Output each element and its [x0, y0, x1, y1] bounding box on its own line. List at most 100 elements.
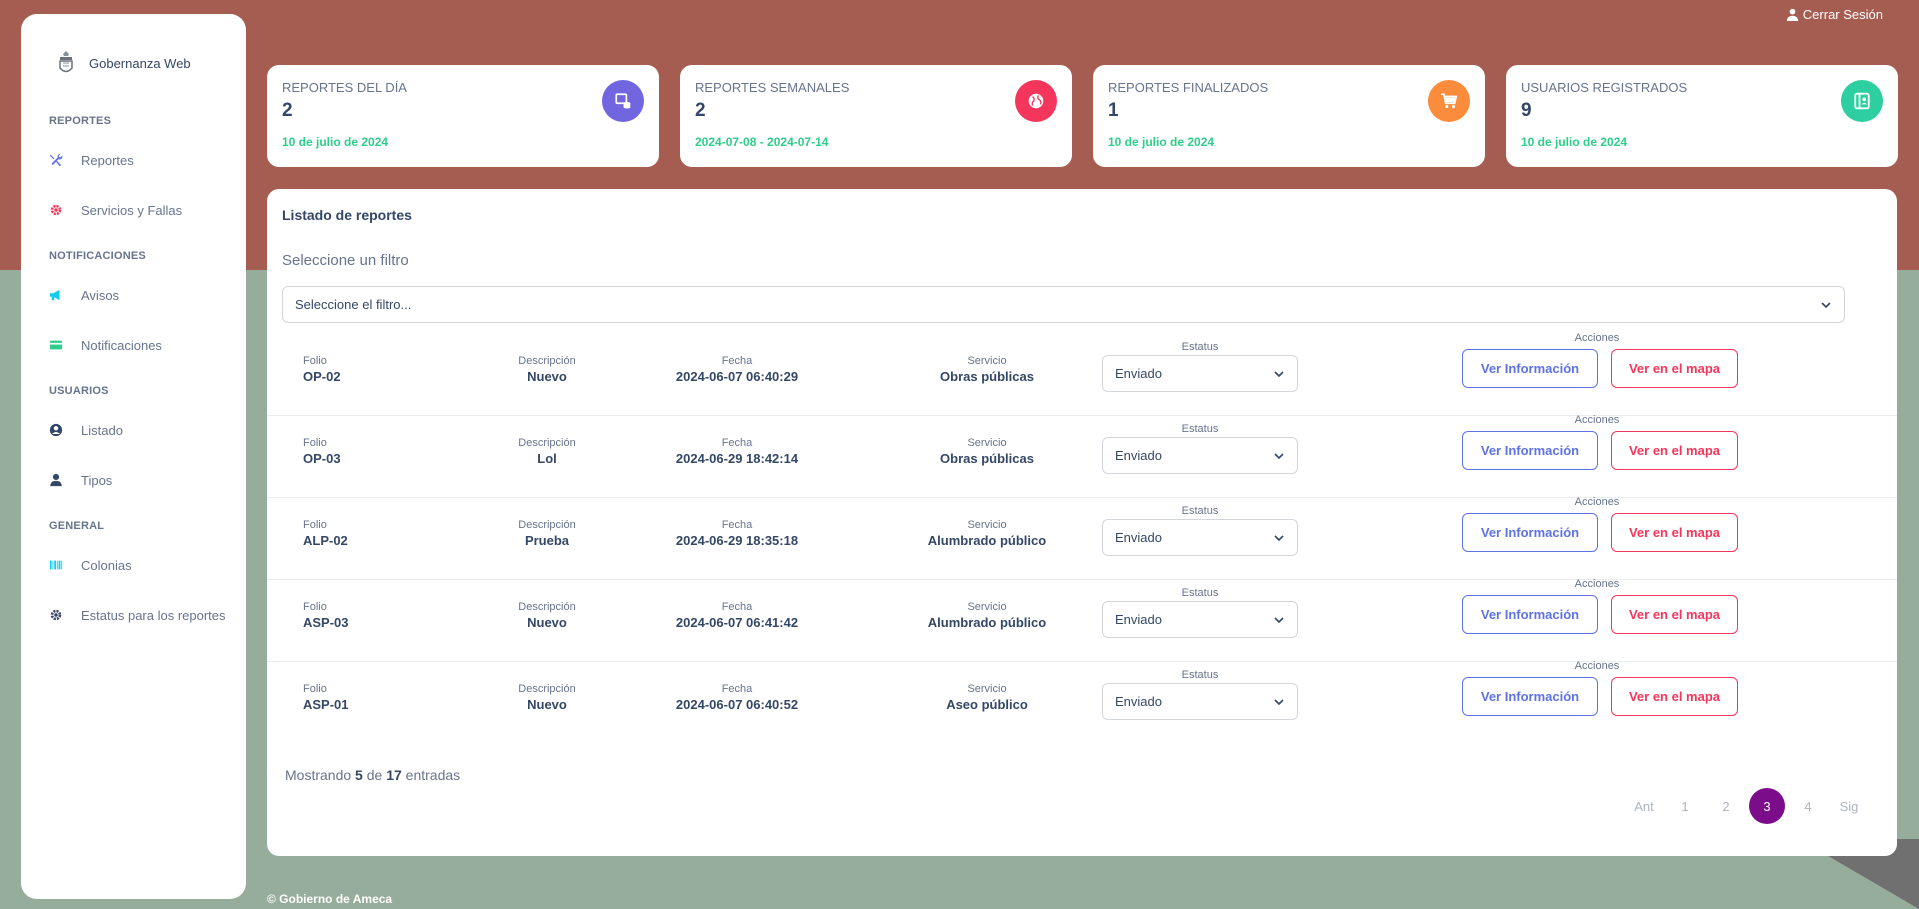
sidebar-item-colonias[interactable]: Colonias: [49, 552, 239, 578]
filter-label: Seleccione un filtro: [282, 252, 409, 269]
header-fecha: Fecha: [721, 519, 753, 531]
pagination-prev[interactable]: Ant: [1626, 788, 1662, 824]
sidebar-item-servicios-fallas[interactable]: Servicios y Fallas: [49, 197, 239, 223]
folio-value: ALP-02: [303, 533, 348, 548]
descripcion-value: Nuevo: [527, 697, 567, 712]
sidebar-item-avisos[interactable]: Avisos: [49, 282, 239, 308]
pagination-page-2[interactable]: 2: [1708, 788, 1744, 824]
sidebar-item-reportes[interactable]: Reportes: [49, 147, 239, 173]
cell-fecha: Fecha 2024-06-07 06:40:29: [637, 355, 837, 384]
header-servicio: Servicio: [967, 355, 1007, 367]
section-title-usuarios: USUARIOS: [49, 385, 109, 397]
cell-estatus: Estatus Enviado: [1102, 669, 1298, 720]
user-icon: [49, 473, 63, 487]
cell-descripcion: Descripción Nuevo: [472, 355, 622, 384]
status-select[interactable]: Enviado: [1102, 437, 1298, 474]
chevron-down-icon: [1274, 534, 1284, 541]
header-acciones: Acciones: [1574, 414, 1620, 426]
cell-descripcion: Descripción Prueba: [472, 519, 622, 548]
header-acciones: Acciones: [1574, 660, 1620, 672]
database-icon: [602, 80, 644, 122]
status-select[interactable]: Enviado: [1102, 683, 1298, 720]
pagination-page-1[interactable]: 1: [1667, 788, 1703, 824]
card-label: REPORTES FINALIZADOS: [1108, 80, 1269, 95]
status-select[interactable]: Enviado: [1102, 601, 1298, 638]
cell-fecha: Fecha 2024-06-07 06:41:42: [637, 601, 837, 630]
header-descripcion: Descripción: [518, 437, 576, 449]
header-folio: Folio: [303, 437, 327, 449]
view-map-button[interactable]: Ver en el mapa: [1611, 431, 1738, 470]
card-date: 10 de julio de 2024: [282, 135, 389, 149]
fecha-value: 2024-06-29 18:42:14: [675, 451, 799, 466]
cell-servicio: Servicio Obras públicas: [907, 437, 1067, 466]
sidebar-item-label: Listado: [81, 422, 123, 438]
servicio-value: Obras públicas: [940, 451, 1034, 466]
cell-folio: Folio ALP-02: [303, 519, 348, 548]
sidebar-item-tipos[interactable]: Tipos: [49, 467, 239, 493]
descripcion-value: Nuevo: [527, 369, 567, 384]
header-folio: Folio: [303, 683, 327, 695]
table-row: Folio ASP-03 Descripción Nuevo Fecha 202…: [267, 578, 1897, 662]
logout-button[interactable]: Cerrar Sesión: [1786, 7, 1883, 22]
book-icon: [1841, 80, 1883, 122]
header-servicio: Servicio: [967, 601, 1007, 613]
cell-servicio: Servicio Alumbrado público: [907, 601, 1067, 630]
view-map-button[interactable]: Ver en el mapa: [1611, 349, 1738, 388]
brand-name: Gobernanza Web: [89, 55, 191, 71]
view-info-button[interactable]: Ver Información: [1462, 513, 1598, 552]
view-info-button[interactable]: Ver Información: [1462, 595, 1598, 634]
servicio-value: Alumbrado público: [927, 615, 1047, 630]
header-estatus: Estatus: [1181, 669, 1219, 681]
gear-icon: [49, 203, 63, 217]
chevron-down-icon: [1274, 370, 1284, 377]
sidebar-item-listado[interactable]: Listado: [49, 417, 239, 443]
servicio-value: Obras públicas: [940, 369, 1034, 384]
view-map-button[interactable]: Ver en el mapa: [1611, 677, 1738, 716]
cell-folio: Folio ASP-01: [303, 683, 349, 712]
chevron-down-icon: [1274, 698, 1284, 705]
view-map-button[interactable]: Ver en el mapa: [1611, 513, 1738, 552]
pagination-page-4[interactable]: 4: [1790, 788, 1826, 824]
stat-card-usuarios-registrados: USUARIOS REGISTRADOS 9 10 de julio de 20…: [1506, 65, 1898, 167]
cell-descripcion: Descripción Nuevo: [472, 683, 622, 712]
filter-placeholder: Seleccione el filtro...: [295, 297, 412, 312]
gear-icon: [49, 608, 63, 622]
cell-folio: Folio OP-02: [303, 355, 341, 384]
brand[interactable]: Gobernanza Web: [55, 50, 191, 76]
card-value: 1: [1108, 100, 1119, 121]
header-estatus: Estatus: [1181, 587, 1219, 599]
section-title-notificaciones: NOTIFICACIONES: [49, 250, 146, 262]
sidebar: Gobernanza Web REPORTES Reportes Servici…: [21, 14, 246, 899]
header-fecha: Fecha: [721, 437, 753, 449]
header-acciones: Acciones: [1574, 496, 1620, 508]
status-select[interactable]: Enviado: [1102, 519, 1298, 556]
cell-servicio: Servicio Alumbrado público: [907, 519, 1067, 548]
header-acciones: Acciones: [1574, 578, 1620, 590]
table-row: Folio OP-03 Descripción Lol Fecha 2024-0…: [267, 414, 1897, 498]
user-circle-icon: [49, 423, 63, 437]
cell-folio: Folio ASP-03: [303, 601, 349, 630]
tools-icon: [49, 153, 63, 167]
reports-panel: Listado de reportes Seleccione un filtro…: [267, 189, 1897, 856]
sidebar-item-notificaciones[interactable]: Notificaciones: [49, 332, 239, 358]
view-info-button[interactable]: Ver Información: [1462, 349, 1598, 388]
folio-value: ASP-01: [303, 697, 349, 712]
view-info-button[interactable]: Ver Información: [1462, 431, 1598, 470]
header-estatus: Estatus: [1181, 341, 1219, 353]
header-descripcion: Descripción: [518, 355, 576, 367]
status-select[interactable]: Enviado: [1102, 355, 1298, 392]
pagination-page-3[interactable]: 3: [1749, 788, 1785, 824]
cart-icon: [1428, 80, 1470, 122]
pagination: Ant 1 2 3 4 Sig: [1621, 788, 1867, 824]
folio-value: ASP-03: [303, 615, 349, 630]
view-map-button[interactable]: Ver en el mapa: [1611, 595, 1738, 634]
pagination-next[interactable]: Sig: [1831, 788, 1867, 824]
status-value: Enviado: [1115, 612, 1162, 627]
sidebar-item-estatus-reportes[interactable]: Estatus para los reportes: [49, 602, 239, 628]
view-info-button[interactable]: Ver Información: [1462, 677, 1598, 716]
section-title-general: GENERAL: [49, 520, 105, 532]
section-title-reportes: REPORTES: [49, 115, 112, 127]
card-date: 10 de julio de 2024: [1108, 135, 1215, 149]
header-servicio: Servicio: [967, 519, 1007, 531]
filter-select[interactable]: Seleccione el filtro...: [282, 286, 1845, 323]
